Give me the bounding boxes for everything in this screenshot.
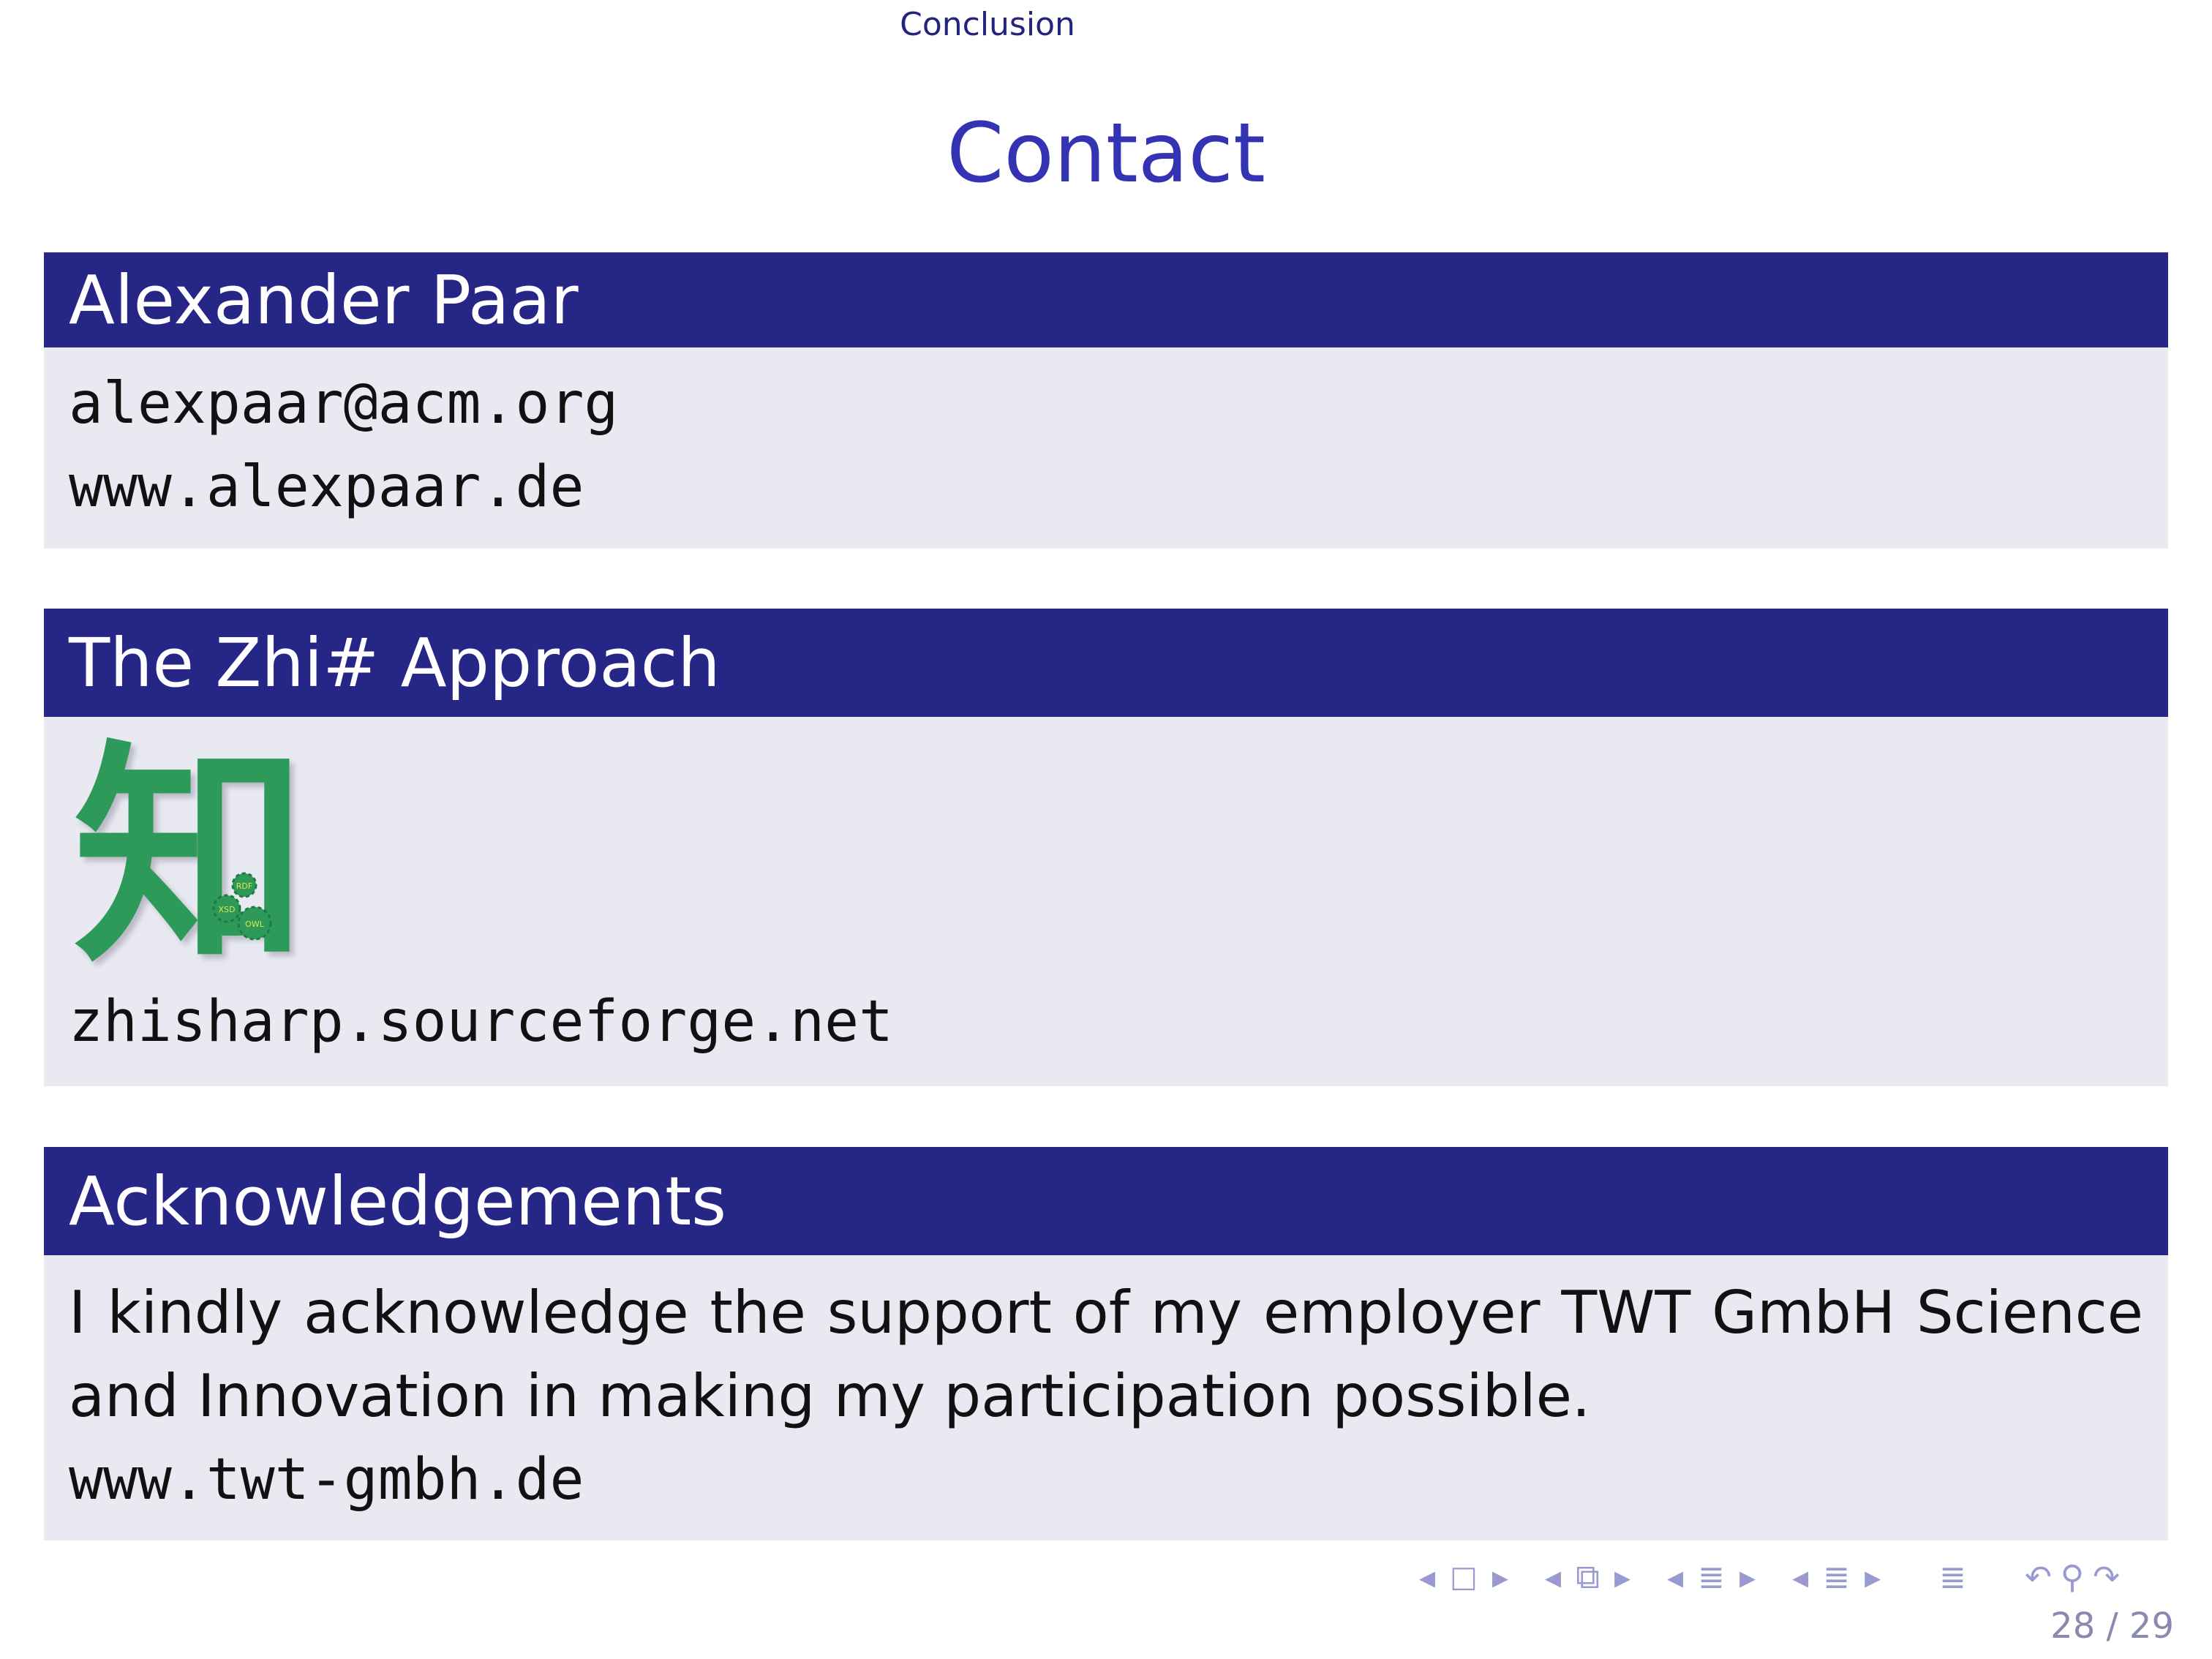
logo-label-xsd: XSD xyxy=(219,905,236,914)
nav-left-icon[interactable]: ◂ xyxy=(1419,1559,1435,1596)
zhi-logo: 知 RDF XSD OWL xyxy=(73,722,307,994)
nav-right-icon[interactable]: ▸ xyxy=(1614,1559,1630,1596)
zhi-character: 知 xyxy=(73,723,307,971)
section-icon[interactable]: ≣ xyxy=(1823,1559,1850,1596)
twt-url-text: www.twt-gmbh.de xyxy=(69,1447,584,1513)
block-zhi-approach: The Zhi# Approach 知 RDF XSD OWL zhisharp… xyxy=(44,609,2168,1086)
frame-title: Contact xyxy=(947,106,1265,201)
frame-icon[interactable]: □ xyxy=(1450,1560,1478,1594)
toc-icon[interactable]: ≣ xyxy=(1939,1559,1966,1596)
navigation-bar: ◂ □ ▸ ◂ ⧉ ▸ ◂ ≣ ▸ ◂ ≣ ▸ ≣ ↶ ⚲ ↷ xyxy=(1419,1557,2120,1598)
nav-left-icon[interactable]: ◂ xyxy=(1667,1559,1683,1596)
block-acknowledgements: Acknowledgements I kindly acknowledge th… xyxy=(44,1147,2168,1540)
nav-left-icon[interactable]: ◂ xyxy=(1792,1559,1808,1596)
nav-right-icon[interactable]: ▸ xyxy=(1739,1559,1756,1596)
block-title: The Zhi# Approach xyxy=(44,609,2168,717)
email-text: alexpaar@acm.org xyxy=(69,371,619,437)
section-header[interactable]: Conclusion xyxy=(0,6,1975,43)
gear-icon: RDF xyxy=(231,872,257,898)
logo-label-rdf: RDF xyxy=(236,881,252,891)
zhi-url-text: zhisharp.sourceforge.net xyxy=(69,989,894,1055)
forward-icon[interactable]: ↷ xyxy=(2093,1559,2120,1596)
nav-right-icon[interactable]: ▸ xyxy=(1492,1559,1508,1596)
block-body: alexpaar@acm.org www.alexpaar.de xyxy=(44,347,2168,549)
subsection-icon[interactable]: ≣ xyxy=(1698,1559,1725,1596)
acknowledgement-text: I kindly acknowledge the support of my e… xyxy=(69,1279,2143,1430)
block-author: Alexander Paar alexpaar@acm.org www.alex… xyxy=(44,252,2168,549)
block-body: I kindly acknowledge the support of my e… xyxy=(44,1255,2168,1540)
gear-icon: XSD xyxy=(212,894,241,923)
nav-right-icon[interactable]: ▸ xyxy=(1865,1559,1881,1596)
back-icon[interactable]: ↶ xyxy=(2025,1559,2052,1596)
nav-left-icon[interactable]: ◂ xyxy=(1545,1559,1561,1596)
gear-icon: OWL xyxy=(237,906,272,941)
website-text: www.alexpaar.de xyxy=(69,454,584,520)
frame-icon[interactable]: ⧉ xyxy=(1576,1557,1600,1598)
logo-label-owl: OWL xyxy=(245,919,265,929)
search-icon[interactable]: ⚲ xyxy=(2061,1559,2084,1596)
page-number: 28 / 29 xyxy=(2050,1606,2174,1647)
block-body: 知 RDF XSD OWL zhisharp.sourceforge.net xyxy=(44,717,2168,1086)
block-title: Acknowledgements xyxy=(44,1147,2168,1255)
block-title: Alexander Paar xyxy=(44,252,2168,347)
